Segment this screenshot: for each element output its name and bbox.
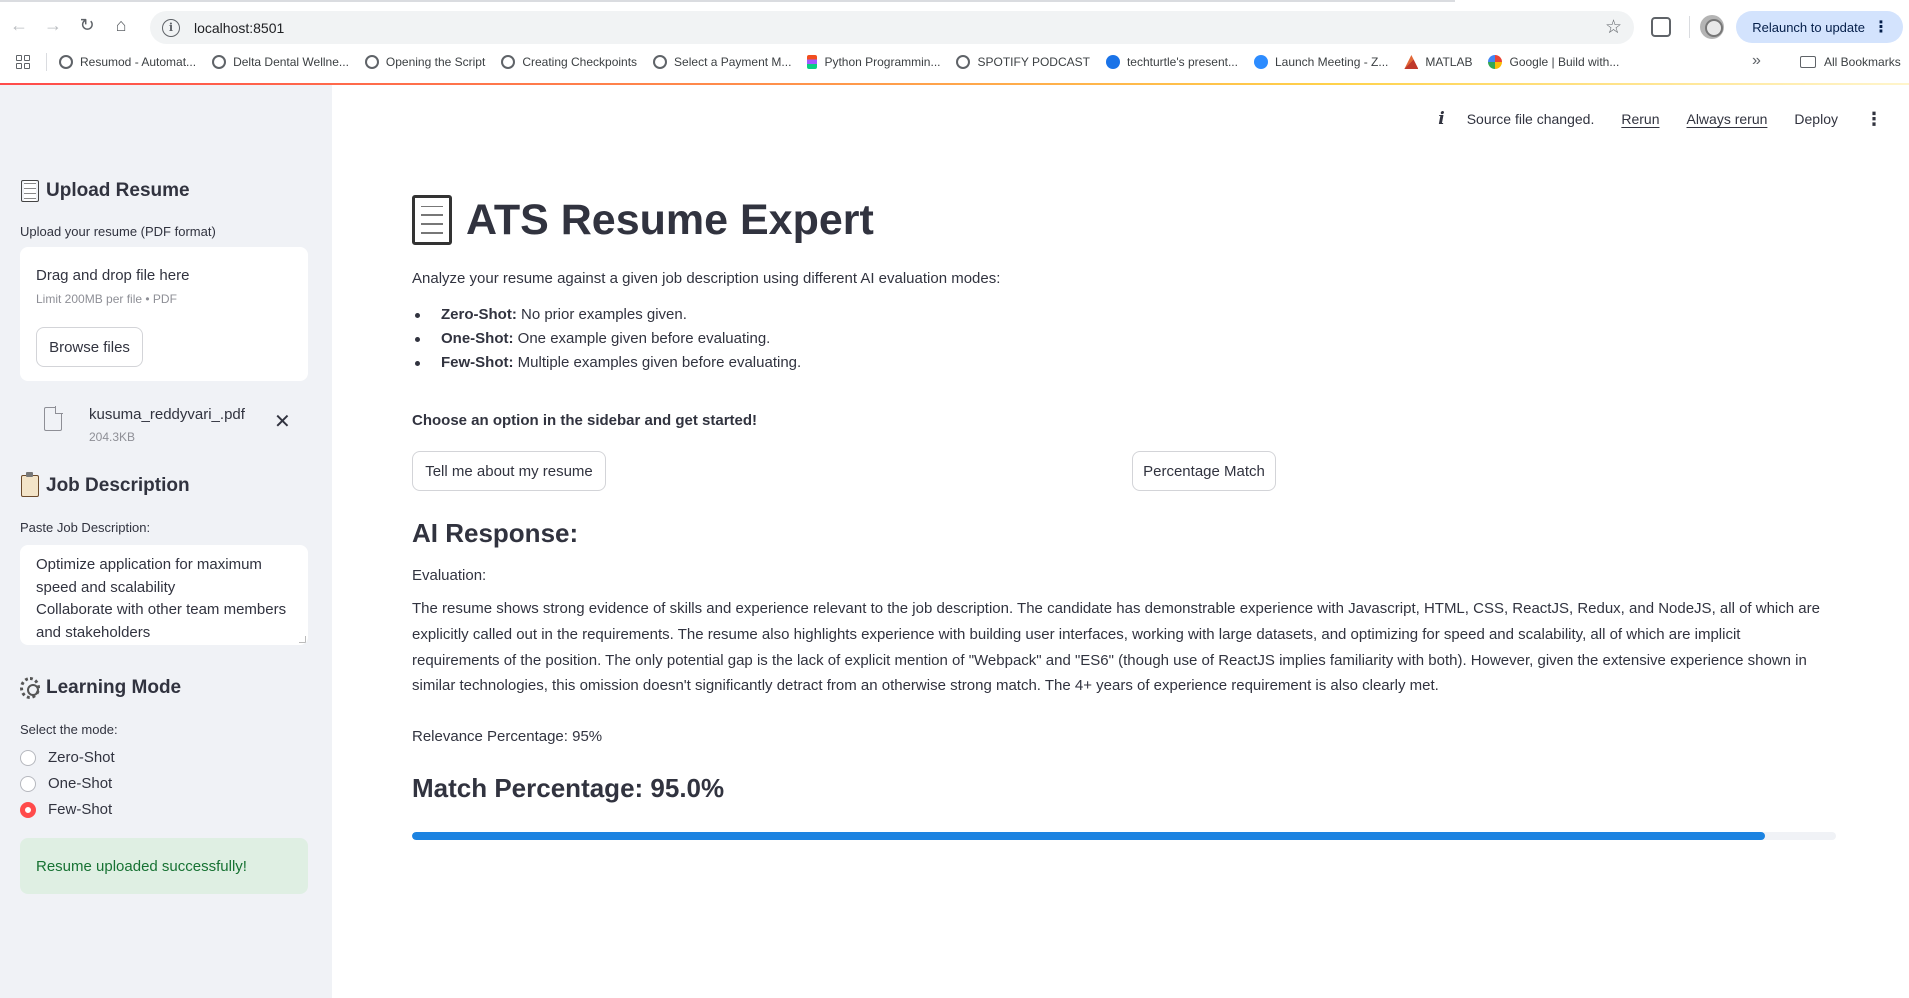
dropzone-limit: Limit 200MB per file • PDF <box>36 292 177 306</box>
globe-icon <box>364 55 379 69</box>
globe-icon <box>956 55 971 69</box>
percentage-match-button[interactable]: Percentage Match <box>1132 451 1276 491</box>
site-info-icon[interactable]: i <box>162 18 180 37</box>
bookmark-item[interactable]: Python Programmin... <box>807 55 940 69</box>
bookmark-item[interactable]: Launch Meeting - Z... <box>1253 55 1388 69</box>
globe-icon <box>653 55 668 69</box>
main-menu-icon[interactable]: ⋮ <box>1865 109 1883 130</box>
sidebar: Upload Resume Upload your resume (PDF fo… <box>0 85 332 998</box>
browse-files-button[interactable]: Browse files <box>36 327 143 367</box>
remove-file-icon[interactable]: ✕ <box>274 409 291 434</box>
folder-icon <box>1800 56 1816 68</box>
browser-toolbar: ← → ↻ ⌂ i localhost:8501 ☆ Relaunch to u… <box>0 3 1909 47</box>
main-content: i Source file changed. Rerun Always reru… <box>332 85 1909 998</box>
evaluation-label: Evaluation: <box>412 567 487 584</box>
address-bar[interactable]: i localhost:8501 ☆ <box>150 11 1634 44</box>
home-icon[interactable]: ⌂ <box>106 10 136 40</box>
bookmark-item[interactable]: MATLAB <box>1404 55 1472 69</box>
clipboard-icon <box>20 472 40 497</box>
mode-label: Select the mode: <box>20 722 118 737</box>
profile-avatar[interactable] <box>1700 15 1725 39</box>
url-text[interactable]: localhost:8501 <box>194 20 284 36</box>
instruction-text: Choose an option in the sidebar and get … <box>412 412 758 429</box>
job-description-text: Optimize application for maximum speed a… <box>36 556 287 641</box>
bookmark-item[interactable]: Google | Build with... <box>1488 55 1619 69</box>
rerun-button[interactable]: Rerun <box>1621 111 1659 127</box>
intro-text: Analyze your resume against a given job … <box>412 270 1001 287</box>
loading-bar <box>0 0 1455 2</box>
file-icon <box>44 406 63 431</box>
bookmark-item[interactable]: Opening the Script <box>364 55 485 69</box>
bookmark-item[interactable]: Creating Checkpoints <box>501 55 637 69</box>
file-name: kusuma_reddyvari_.pdf <box>89 406 245 423</box>
radio-zero-shot[interactable]: Zero-Shot <box>20 749 115 766</box>
job-description-textarea[interactable]: Optimize application for maximum speed a… <box>20 545 308 645</box>
forward-icon[interactable]: → <box>38 10 68 40</box>
ai-response-heading: AI Response: <box>412 518 579 548</box>
bookmark-star-icon[interactable]: ☆ <box>1605 16 1622 39</box>
always-rerun-button[interactable]: Always rerun <box>1686 111 1767 127</box>
bookmarks-bar: Resumod - Automat... Delta Dental Wellne… <box>0 48 1909 76</box>
globe-icon <box>59 55 73 69</box>
uploaded-file: kusuma_reddyvari_.pdf 204.3KB ✕ <box>20 395 308 455</box>
relevance-text: Relevance Percentage: 95% <box>412 728 603 745</box>
page-title: ATS Resume Expert <box>412 195 874 245</box>
success-alert: Resume uploaded successfully! <box>20 838 308 894</box>
google-icon <box>1488 55 1503 69</box>
upload-label: Upload your resume (PDF format) <box>20 224 216 239</box>
radio-few-shot[interactable]: Few-Shot <box>20 801 112 818</box>
list-item: Zero-Shot: No prior examples given. <box>412 303 801 327</box>
figma-icon <box>807 55 818 69</box>
globe-icon <box>212 55 227 69</box>
upload-section-title: Upload Resume <box>20 180 190 202</box>
match-percentage-heading: Match Percentage: 95.0% <box>412 773 725 803</box>
radio-icon[interactable] <box>20 775 36 792</box>
reload-icon[interactable]: ↻ <box>72 10 102 40</box>
menu-kebab-icon[interactable]: ⋮ <box>1873 17 1889 37</box>
zoom-icon <box>1253 55 1268 69</box>
presentation-icon <box>1105 55 1120 69</box>
match-progress-bar <box>412 832 1836 840</box>
job-description-label: Paste Job Description: <box>20 520 151 535</box>
file-dropzone[interactable]: Drag and drop file here Limit 200MB per … <box>20 247 308 381</box>
globe-icon <box>501 55 516 69</box>
info-icon[interactable]: i <box>1438 109 1444 129</box>
matlab-icon <box>1404 55 1419 69</box>
toolbar-divider <box>1689 16 1691 38</box>
bookmark-item[interactable]: Delta Dental Wellne... <box>212 55 349 69</box>
all-bookmarks-button[interactable]: All Bookmarks <box>1800 48 1901 76</box>
bookmark-item[interactable]: techturtle's present... <box>1105 55 1238 69</box>
gear-icon <box>20 677 40 699</box>
tell-me-button[interactable]: Tell me about my resume <box>412 451 606 491</box>
mode-list: Zero-Shot: No prior examples given. One-… <box>412 303 801 375</box>
bookmark-item[interactable]: Resumod - Automat... <box>59 55 196 69</box>
source-changed-status: Source file changed. <box>1466 111 1595 127</box>
relaunch-label: Relaunch to update <box>1752 19 1865 35</box>
document-icon <box>20 180 40 202</box>
bookmark-item[interactable]: SPOTIFY PODCAST <box>956 55 1090 69</box>
resize-handle[interactable] <box>299 636 306 643</box>
dropzone-title: Drag and drop file here <box>36 267 190 284</box>
progress-fill <box>412 832 1765 840</box>
evaluation-text: The resume shows strong evidence of skil… <box>412 600 1820 695</box>
radio-one-shot[interactable]: One-Shot <box>20 775 112 792</box>
bookmarks-divider <box>46 53 47 71</box>
page-icon <box>412 195 452 245</box>
more-bookmarks-icon[interactable]: » <box>1752 52 1761 70</box>
apps-grid-icon[interactable] <box>16 55 30 69</box>
job-description-title: Job Description <box>20 472 190 497</box>
file-size: 204.3KB <box>89 430 136 444</box>
app-header: i Source file changed. Rerun Always reru… <box>1438 107 1909 131</box>
radio-checked-icon[interactable] <box>20 801 36 818</box>
deploy-button[interactable]: Deploy <box>1794 111 1838 127</box>
back-icon[interactable]: ← <box>4 10 34 40</box>
list-item: One-Shot: One example given before evalu… <box>412 327 801 351</box>
extensions-icon[interactable] <box>1651 17 1672 37</box>
browser-chrome: ← → ↻ ⌂ i localhost:8501 ☆ Relaunch to u… <box>0 0 1909 85</box>
relaunch-button[interactable]: Relaunch to update ⋮ <box>1736 11 1903 43</box>
radio-icon[interactable] <box>20 749 36 766</box>
learning-mode-title: Learning Mode <box>20 677 181 699</box>
bookmark-item[interactable]: Select a Payment M... <box>653 55 791 69</box>
list-item: Few-Shot: Multiple examples given before… <box>412 351 801 375</box>
